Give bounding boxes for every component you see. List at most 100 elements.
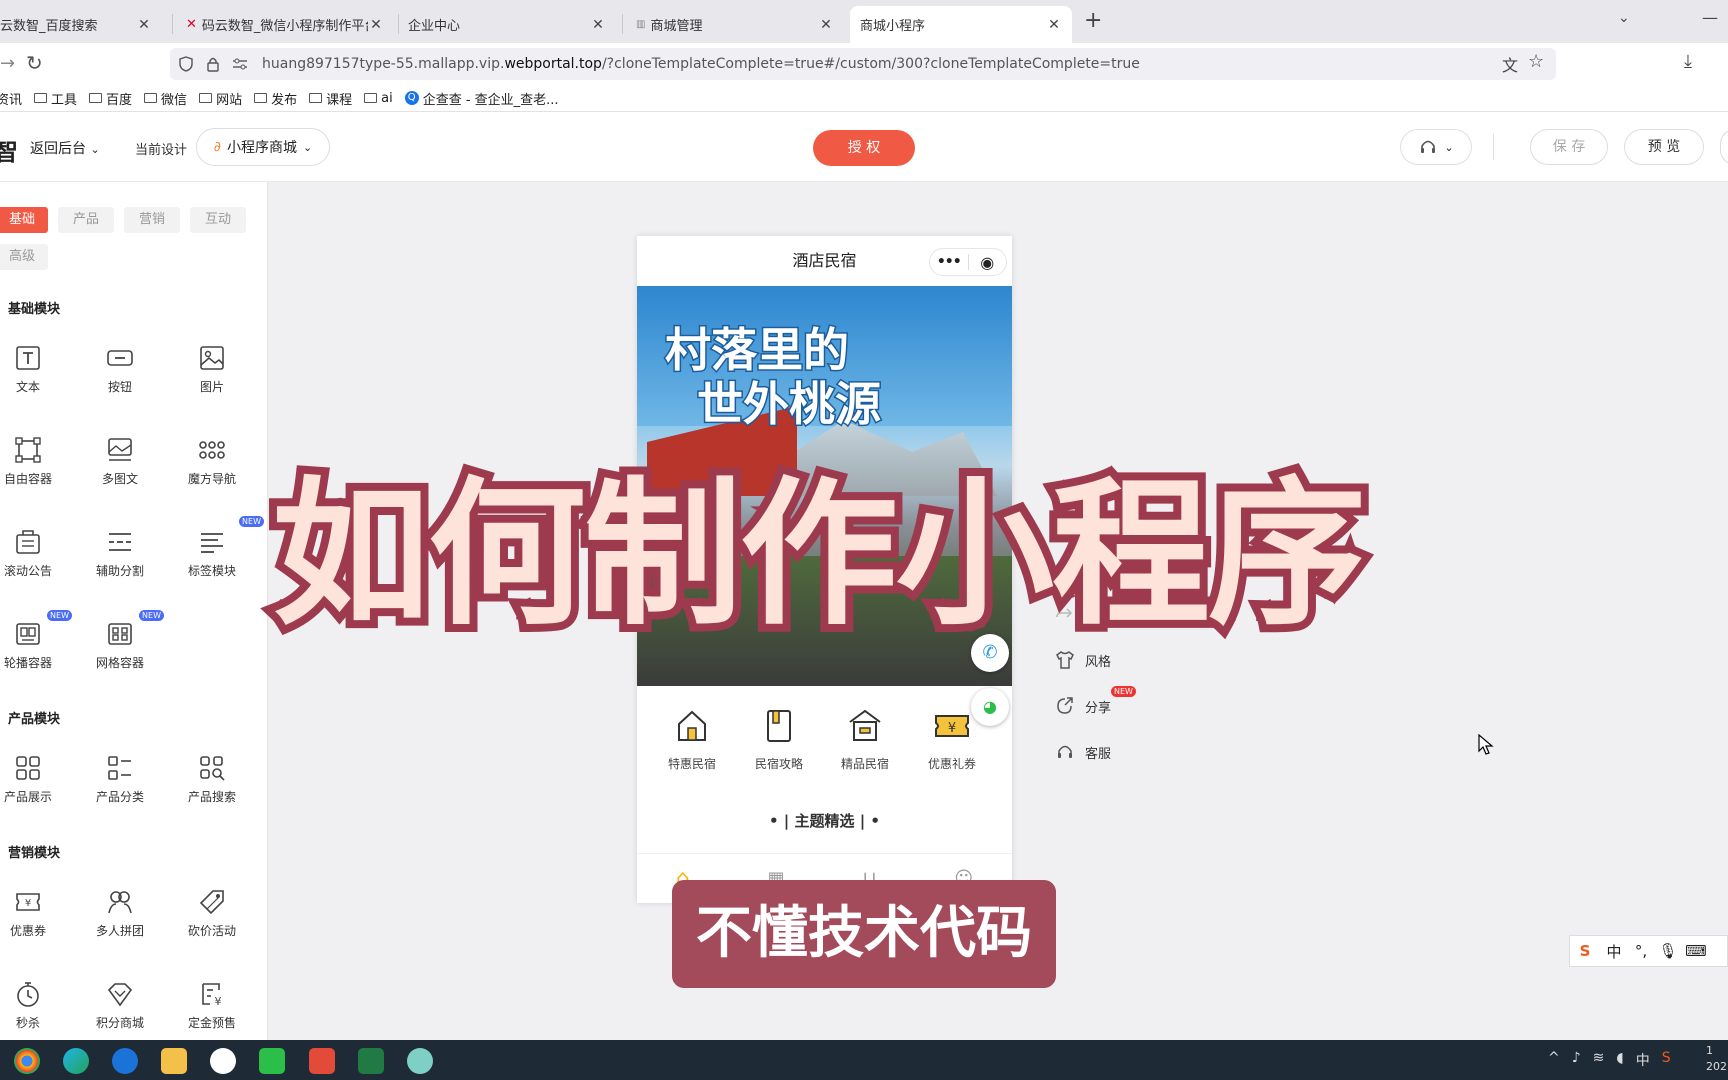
wifi-icon[interactable]: ≋ <box>1593 1050 1605 1070</box>
bookmark-course[interactable]: 课程 <box>309 89 352 108</box>
bookmark-qichacha[interactable]: Q 企查查 - 查企业_查老... <box>404 89 559 108</box>
component-product-category[interactable]: 产品分类 <box>80 754 160 805</box>
component-magic-nav[interactable]: 魔方导航 <box>172 436 252 487</box>
category-advanced[interactable]: 高级 <box>0 244 48 270</box>
nav-item-coupon[interactable]: ¥ 优惠礼券 <box>909 708 995 772</box>
close-icon[interactable]: ✕ <box>818 17 834 33</box>
category-product[interactable]: 产品 <box>58 207 114 233</box>
close-icon[interactable]: ✕ <box>136 17 152 33</box>
tab-baidu-search[interactable]: 云数智_百度搜索 ✕ <box>0 6 162 43</box>
component-button[interactable]: 按钮 <box>80 344 160 395</box>
bookmark-news[interactable]: 资讯 <box>0 89 22 108</box>
new-tab-icon[interactable]: + <box>1084 8 1102 33</box>
design-select[interactable]: ∂ 小程序商城 ⌄ <box>196 128 330 166</box>
component-bargain[interactable]: 砍价活动 <box>172 888 252 939</box>
close-icon[interactable]: ✕ <box>368 17 384 33</box>
component-coupon[interactable]: ¥ 优惠券 <box>0 888 68 939</box>
minimize-icon[interactable]: — <box>1702 8 1718 27</box>
keyboard-icon[interactable]: ⌨ <box>1682 942 1710 960</box>
category-marketing[interactable]: 营销 <box>124 207 180 233</box>
component-text[interactable]: 文本 <box>0 344 68 395</box>
tray-lang[interactable]: 中 <box>1636 1050 1650 1070</box>
more-button[interactable] <box>1720 129 1728 165</box>
url-field[interactable]: huang897157type-55.mallapp.vip.webportal… <box>170 48 1556 80</box>
house-icon <box>678 710 706 741</box>
component-free-container[interactable]: 自由容器 <box>0 436 68 487</box>
tab-mayun[interactable]: ✕ 码云数智_微信小程序制作平台_ ✕ <box>176 6 394 43</box>
bookmark-baidu[interactable]: 百度 <box>89 89 132 108</box>
sogou-tray-icon[interactable]: S <box>1662 1050 1671 1070</box>
microphone-icon[interactable]: 🎙 <box>1654 942 1682 960</box>
nav-item-special[interactable]: 特惠民宿 <box>649 708 735 772</box>
service-button[interactable]: 客服 <box>1055 742 1111 762</box>
category-interaction[interactable]: 互动 <box>190 207 246 233</box>
volume-icon[interactable]: ◖ <box>1616 1050 1623 1070</box>
tab-label: 云数智_百度搜索 <box>0 19 98 34</box>
svg-text:¥: ¥ <box>215 995 222 1008</box>
tab-list-chevron-icon[interactable]: ⌄ <box>1618 10 1630 26</box>
component-tag-module[interactable]: NEW 标签模块 <box>172 516 264 579</box>
component-multi-image-text[interactable]: 多图文 <box>80 436 160 487</box>
tray-mic-icon[interactable]: ♪ <box>1572 1050 1581 1070</box>
close-icon[interactable]: ✕ <box>590 17 606 33</box>
bookmark-ai[interactable]: ai <box>364 91 393 106</box>
app-icon[interactable] <box>407 1048 433 1074</box>
excel-icon[interactable] <box>358 1048 384 1074</box>
site-settings-icon[interactable] <box>232 57 248 71</box>
qq-icon[interactable] <box>210 1048 236 1074</box>
clock[interactable]: 1 202 <box>1706 1043 1727 1075</box>
bookmark-wechat[interactable]: 微信 <box>144 89 187 108</box>
bookmarks-bar: 资讯 工具 百度 微信 网站 发布 课程 ai Q 企查查 - 查企业_查老... <box>0 85 1728 112</box>
presale-icon: ¥ <box>202 983 222 1008</box>
shield-icon <box>179 56 193 72</box>
share-button[interactable]: 分享 NEW <box>1055 686 1136 716</box>
component-scroll-notice[interactable]: 滚动公告 <box>0 528 68 579</box>
tab-mall-miniapp[interactable]: 商城小程序 ✕ <box>850 6 1072 43</box>
close-icon[interactable]: ✕ <box>1046 17 1062 33</box>
video-app-icon[interactable] <box>309 1048 335 1074</box>
download-icon[interactable]: ⤓ <box>1684 51 1692 72</box>
edge-icon[interactable] <box>63 1048 89 1074</box>
sogou-icon[interactable]: S <box>1570 942 1600 960</box>
nav-item-boutique[interactable]: 精品民宿 <box>822 708 908 772</box>
component-divider[interactable]: 辅助分割 <box>80 528 160 579</box>
tab-enterprise[interactable]: 企业中心 ✕ <box>398 6 616 43</box>
component-product-display[interactable]: 产品展示 <box>0 754 68 805</box>
wechat-app-icon[interactable] <box>259 1048 285 1074</box>
tab-label: 码云数智_微信小程序制作平台_ <box>201 19 368 34</box>
bookmark-publish[interactable]: 发布 <box>254 89 297 108</box>
reload-icon[interactable]: ↻ <box>26 51 43 75</box>
back-to-admin-button[interactable]: 返回后台 ⌄ <box>30 138 100 158</box>
component-grid-container[interactable]: NEW 网格容器 <box>80 610 164 671</box>
tray-chevron-icon[interactable]: ^ <box>1548 1050 1560 1070</box>
nav-item-guide[interactable]: 民宿攻略 <box>736 708 822 772</box>
component-deposit-presale[interactable]: ¥ 定金预售 <box>172 980 252 1031</box>
preview-button[interactable]: 预 览 <box>1624 129 1704 165</box>
carousel-icon <box>16 623 40 645</box>
component-image[interactable]: 图片 <box>172 344 252 395</box>
bookmark-website[interactable]: 网站 <box>199 89 242 108</box>
ime-lang-toggle[interactable]: 中 <box>1600 941 1628 962</box>
component-group-buy[interactable]: 多人拼团 <box>80 888 160 939</box>
group-buy-icon <box>108 891 132 914</box>
capsule-button[interactable]: ••• ◉ <box>929 248 1007 276</box>
tab-mall-manage[interactable]: ▥ 商城管理 ✕ <box>626 6 844 43</box>
forward-icon[interactable]: → <box>0 53 15 74</box>
component-carousel-container[interactable]: NEW 轮播容器 <box>0 610 72 671</box>
star-icon[interactable]: ☆ <box>1528 51 1544 72</box>
category-basic[interactable]: 基础 <box>0 207 48 233</box>
bookmark-tools[interactable]: 工具 <box>34 89 77 108</box>
component-flash-sale[interactable]: 秒杀 <box>0 980 68 1031</box>
authorize-button[interactable]: 授 权 <box>813 130 915 166</box>
file-explorer-icon[interactable] <box>161 1048 187 1074</box>
tab-label: 企业中心 <box>408 19 461 34</box>
customer-service-dropdown[interactable]: ⌄ <box>1400 129 1472 165</box>
component-points-mall[interactable]: 积分商城 <box>80 980 160 1031</box>
punctuation-icon[interactable]: °, <box>1628 942 1654 960</box>
browser-icon[interactable] <box>112 1048 138 1074</box>
translate-icon[interactable]: 文 <box>1502 52 1518 76</box>
chrome-icon[interactable] <box>14 1048 40 1074</box>
save-button[interactable]: 保 存 <box>1530 129 1608 165</box>
component-product-search[interactable]: 产品搜索 <box>172 754 252 805</box>
product-search-icon <box>200 756 225 781</box>
